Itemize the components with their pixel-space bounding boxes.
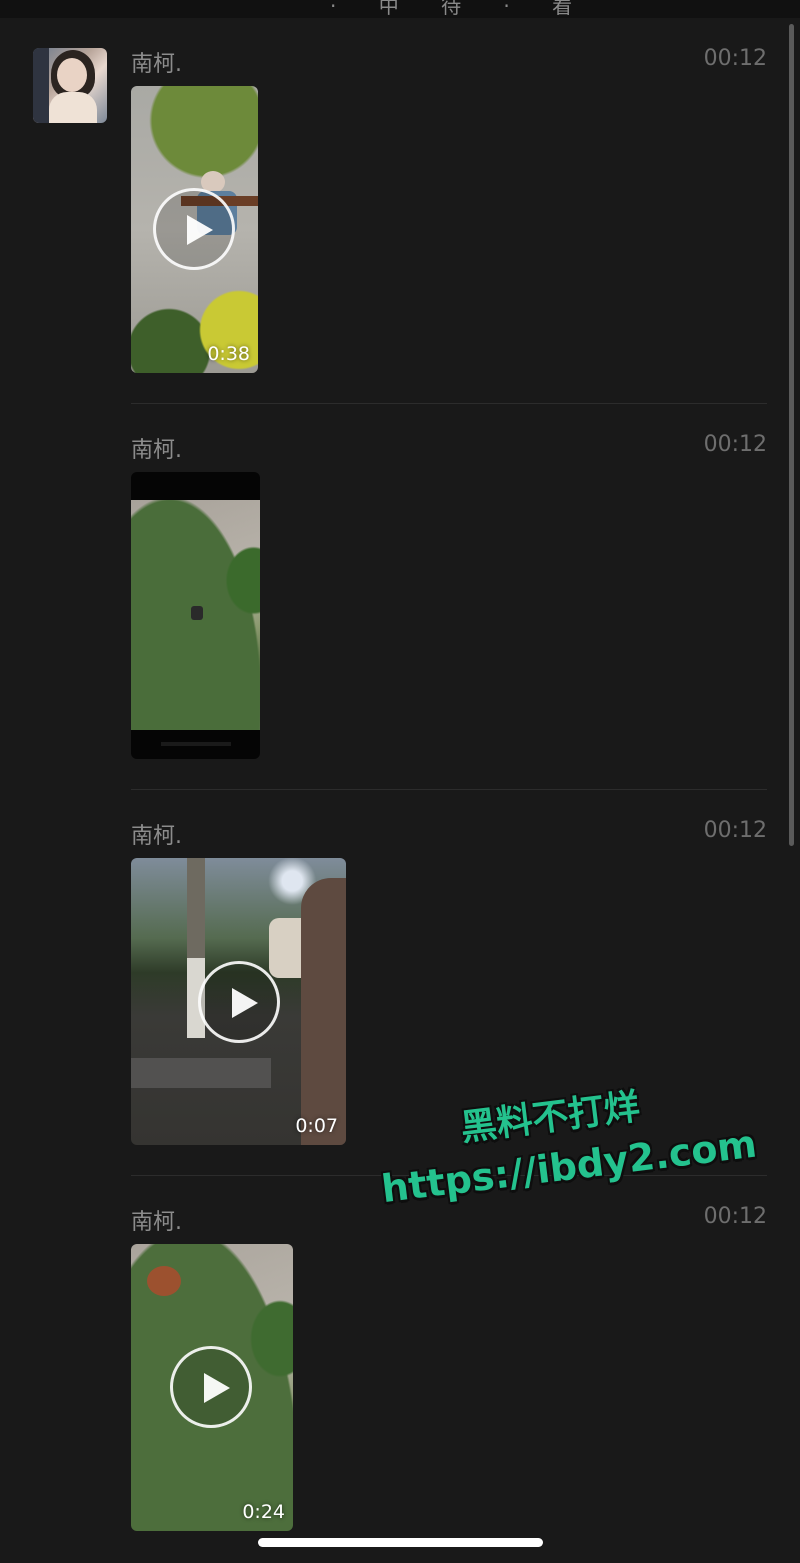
play-icon[interactable] — [198, 961, 280, 1043]
message-time: 00:12 — [703, 46, 767, 71]
sender-name: 南柯. — [131, 52, 182, 77]
divider — [131, 789, 767, 790]
play-icon[interactable] — [170, 1346, 252, 1428]
video-duration: 0:38 — [207, 343, 250, 365]
divider — [131, 403, 767, 404]
avatar[interactable] — [33, 48, 107, 123]
video-thumbnail[interactable]: 0:07 — [131, 858, 346, 1145]
sender-name: 南柯. — [131, 824, 182, 849]
video-duration: 0:07 — [295, 1115, 338, 1137]
sender-name: 南柯. — [131, 1210, 182, 1235]
watermark: 黑料不打烊 https://ibdy2.com — [372, 1064, 762, 1212]
image-thumbnail[interactable] — [131, 472, 260, 759]
message-time: 00:12 — [703, 818, 767, 843]
video-duration: 0:24 — [242, 1501, 285, 1523]
play-icon[interactable] — [153, 188, 235, 270]
home-indicator[interactable] — [258, 1538, 543, 1547]
status-bar: · 中 待 · 看 — [0, 0, 800, 18]
message-time: 00:12 — [703, 432, 767, 457]
video-thumbnail[interactable]: 0:24 — [131, 1244, 293, 1531]
sender-name: 南柯. — [131, 438, 182, 463]
video-thumbnail[interactable]: 0:38 — [131, 86, 258, 373]
scrollbar[interactable] — [789, 24, 794, 846]
chat-title: · 中 待 · 看 — [330, 0, 591, 18]
message-time: 00:12 — [703, 1204, 767, 1229]
